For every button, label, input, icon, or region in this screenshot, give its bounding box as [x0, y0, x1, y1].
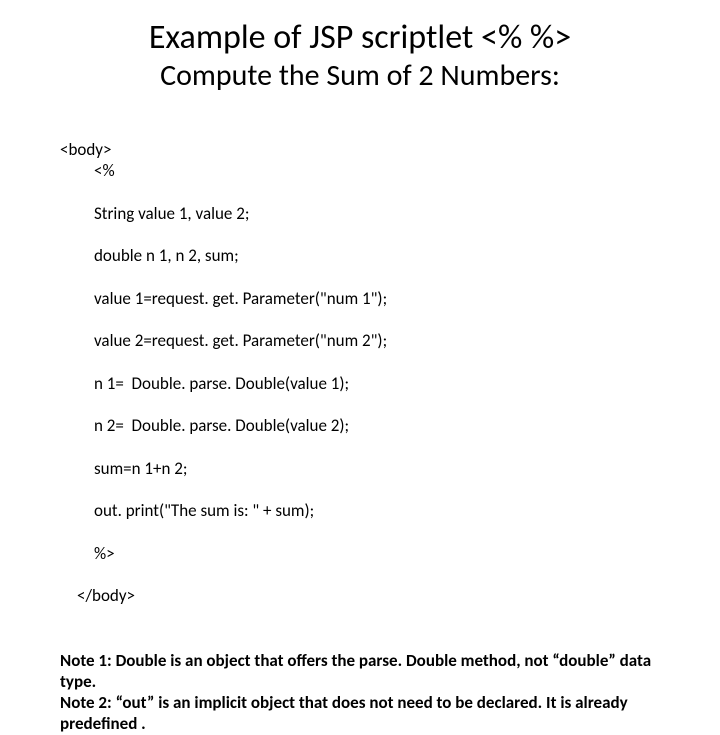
slide-title: Example of JSP scriptlet <% %>	[60, 18, 660, 57]
code-line: </body>	[60, 585, 660, 606]
note-2: Note 2: “out” is an implicit object that…	[60, 692, 660, 735]
code-block: <body> <% String value 1, value 2; doubl…	[60, 118, 660, 628]
code-line: value 2=request. get. Parameter("num 2")…	[60, 330, 660, 351]
code-line: %>	[60, 543, 660, 564]
notes-block: Note 1: Double is an object that offers …	[60, 650, 660, 735]
code-line: n 2= Double. parse. Double(value 2);	[60, 415, 660, 436]
code-line: double n 1, n 2, sum;	[60, 245, 660, 266]
code-line: value 1=request. get. Parameter("num 1")…	[60, 288, 660, 309]
note-1: Note 1: Double is an object that offers …	[60, 650, 660, 693]
code-line: <%	[60, 160, 660, 181]
code-line: String value 1, value 2;	[60, 203, 660, 224]
code-line: <body>	[60, 139, 111, 160]
slide: Example of JSP scriptlet <% %> Compute t…	[0, 0, 720, 540]
code-line: sum=n 1+n 2;	[60, 458, 660, 479]
slide-subtitle: Compute the Sum of 2 Numbers:	[60, 59, 660, 94]
code-line: out. print("The sum is: " + sum);	[60, 500, 660, 521]
code-line: n 1= Double. parse. Double(value 1);	[60, 373, 660, 394]
